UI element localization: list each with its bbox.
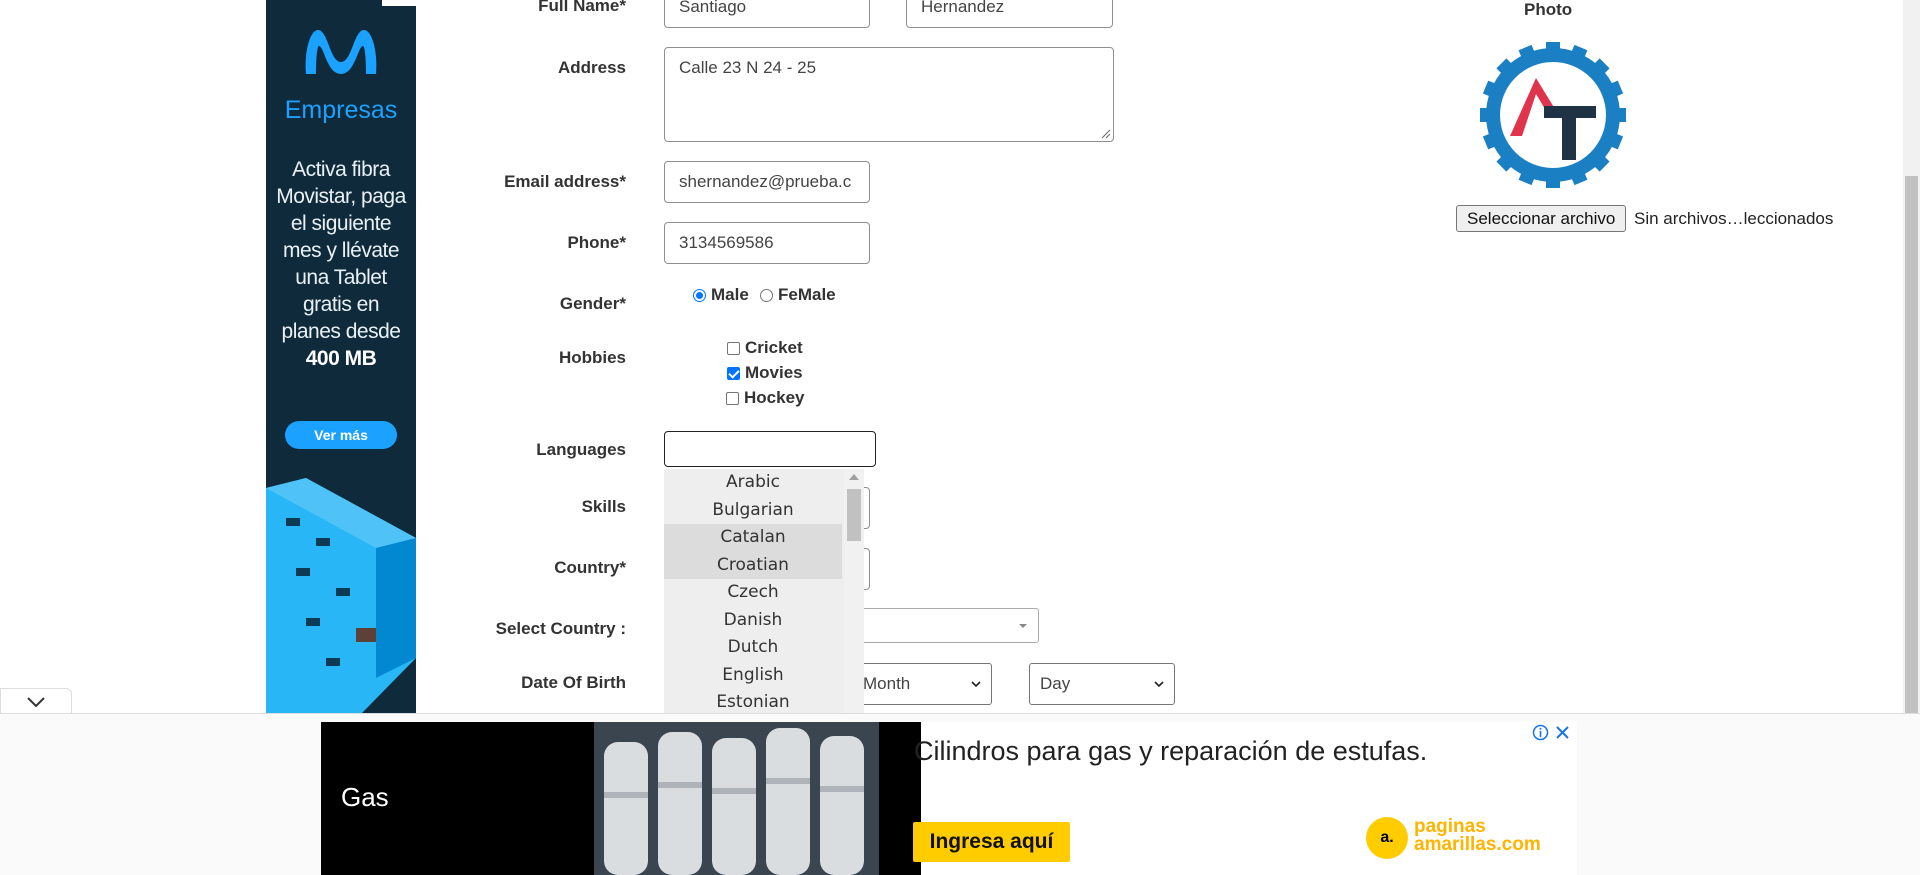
hobby-cricket-option[interactable]: Cricket <box>727 338 803 358</box>
gender-female-radio[interactable] <box>760 288 773 302</box>
languages-label: Languages <box>536 440 626 459</box>
gender-female-option[interactable]: FeMale <box>760 285 836 305</box>
ad-copy-line: gratis en <box>302 293 380 316</box>
office-isometric-illustration-icon <box>266 478 416 714</box>
ad-copy-line: Movistar, paga <box>276 185 406 208</box>
chevron-down-icon <box>27 697 45 708</box>
language-option[interactable]: Arabic <box>664 469 842 497</box>
ad-copy-line: una Tablet <box>295 266 387 289</box>
ad-copy: Activa fibra Movistar, paga el siguiente… <box>274 156 408 372</box>
last-name-input[interactable]: Hernandez <box>906 0 1113 28</box>
language-option[interactable]: Czech <box>664 579 842 607</box>
language-option[interactable]: Dutch <box>664 634 842 662</box>
hobby-cricket-label: Cricket <box>745 338 803 357</box>
ad-copy-line: el siguiente <box>290 212 392 235</box>
languages-scroll-thumb[interactable] <box>847 489 861 541</box>
ad-copy-line: planes desde <box>281 320 401 343</box>
language-option[interactable]: English <box>664 662 842 690</box>
gender-male-option[interactable]: Male <box>693 285 749 305</box>
languages-input[interactable] <box>664 431 876 467</box>
collapse-ad-button[interactable] <box>0 688 72 714</box>
movistar-logo-icon <box>305 30 377 74</box>
first-name-input[interactable]: Santiago <box>664 0 870 28</box>
phone-input[interactable]: 3134569586 <box>664 222 870 264</box>
email-label: Email address* <box>504 172 626 191</box>
dob-month-value: Month <box>863 674 911 693</box>
ad-choices-icon[interactable] <box>382 0 416 6</box>
ad-copy-line: mes y llévate <box>282 239 400 262</box>
gender-male-label: Male <box>711 285 749 304</box>
ad-headline: Cilindros para gas y reparación de estuf… <box>914 736 1428 766</box>
paginas-amarillas-wordmark: paginas amarillas.com <box>1414 817 1541 855</box>
hobby-movies-label: Movies <box>745 363 803 382</box>
page-scrollbar[interactable] <box>1903 0 1920 714</box>
language-option[interactable]: Estonian <box>664 689 842 714</box>
gender-label: Gender* <box>559 294 626 313</box>
ad-close-icon[interactable] <box>1554 724 1571 741</box>
paginas-amarillas-logo-icon: a. <box>1366 817 1408 859</box>
language-option[interactable]: Danish <box>664 607 842 635</box>
automation-testing-logo-icon <box>1480 42 1626 188</box>
select-country-label: Select Country : <box>495 619 626 638</box>
ad-cta-button[interactable]: Ingresa aquí <box>913 822 1070 862</box>
address-textarea[interactable]: Calle 23 N 24 - 25 <box>664 47 1114 142</box>
dob-day-value: Day <box>1040 674 1071 693</box>
languages-options: Arabic Bulgarian Catalan Croatian Czech Danis… <box>664 469 864 714</box>
chevron-down-icon <box>1154 681 1164 688</box>
languages-dropdown-list[interactable]: Arabic Bulgarian Catalan Croatian Czech Danis… <box>664 469 864 714</box>
gender-male-radio[interactable] <box>693 288 706 302</box>
gas-cylinders-image-icon <box>594 722 879 875</box>
page-scroll-thumb[interactable] <box>1905 176 1918 714</box>
skills-label: Skills <box>581 497 626 516</box>
resize-handle-icon[interactable] <box>1101 129 1111 139</box>
bottom-advertisement[interactable]: Gas Cilindros para gas y reparación de e… <box>321 722 1577 875</box>
email-input[interactable]: shernandez@prueba.c <box>664 161 870 203</box>
photo-label: Photo <box>1524 0 1573 19</box>
hobbies-label: Hobbies <box>558 348 626 367</box>
phone-label: Phone* <box>567 233 626 252</box>
logo-line-2: amarillas.com <box>1414 834 1541 855</box>
address-label: Address <box>557 58 626 77</box>
dob-label: Date Of Birth <box>521 673 626 692</box>
left-advertisement[interactable]: Empresas Activa fibra Movistar, paga el … <box>266 0 416 714</box>
gender-female-label: FeMale <box>778 285 836 304</box>
language-option[interactable]: Croatian <box>664 551 842 579</box>
address-value: Calle 23 N 24 - 25 <box>679 58 817 77</box>
dob-day-select[interactable]: Day <box>1029 663 1175 705</box>
chevron-down-icon <box>1019 623 1027 628</box>
languages-scrollbar[interactable] <box>844 469 864 714</box>
hobby-hockey-checkbox[interactable] <box>726 391 739 405</box>
choose-file-button[interactable]: Seleccionar archivo <box>1456 205 1627 232</box>
chevron-down-icon <box>971 681 981 688</box>
ad-highlight: 400 MB <box>305 347 377 370</box>
hobby-hockey-option[interactable]: Hockey <box>726 388 804 408</box>
hobby-movies-option[interactable]: Movies <box>727 363 803 383</box>
scroll-up-arrow-icon[interactable] <box>849 474 859 480</box>
file-status-text: Sin archivos…leccionados <box>1634 209 1834 228</box>
hobby-movies-checkbox[interactable] <box>727 366 740 380</box>
language-option[interactable]: Bulgarian <box>664 497 842 525</box>
ad-copy-line: Activa fibra <box>292 158 390 181</box>
ad-brand: Empresas <box>284 96 398 124</box>
hobby-hockey-label: Hockey <box>744 388 805 407</box>
language-option[interactable]: Catalan <box>664 524 842 552</box>
ad-cta-button[interactable]: Ver más <box>285 421 397 449</box>
full-name-label: Full Name* <box>538 0 626 15</box>
ad-info-icon[interactable] <box>1532 724 1549 741</box>
ad-category-label: Gas <box>341 782 389 812</box>
hobby-cricket-checkbox[interactable] <box>727 341 740 355</box>
dob-month-select[interactable]: Month <box>852 663 992 705</box>
country-label: Country* <box>554 558 626 577</box>
